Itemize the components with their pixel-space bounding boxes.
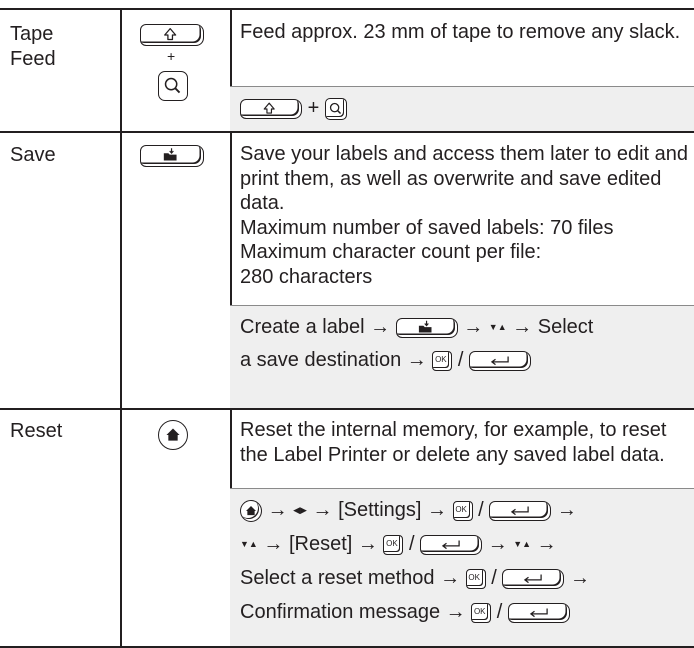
save-icon xyxy=(140,145,204,167)
enter-icon xyxy=(469,350,532,371)
arrow-icon: → xyxy=(556,499,577,521)
ok-label: OK xyxy=(468,572,480,582)
ok-label: OK xyxy=(455,504,467,514)
arrow-icon: → xyxy=(263,533,284,555)
table-bottom-border xyxy=(0,646,694,648)
description-reset: Reset the internal memory, for example, … xyxy=(240,419,667,466)
sequence-text: Create a label xyxy=(240,316,365,338)
plus-sign: + xyxy=(167,48,176,64)
arrow-icon: → xyxy=(536,533,557,555)
enter-icon xyxy=(489,500,552,521)
sequence-text: [Settings] xyxy=(338,499,422,521)
sequence-text: a save destination xyxy=(240,349,402,371)
home-icon xyxy=(240,499,262,522)
sequence-text: Select xyxy=(537,316,594,338)
sequence-text: Select a reset method xyxy=(240,567,435,589)
left-right-icon: ◀▶ xyxy=(293,505,307,516)
arrow-icon: → xyxy=(370,316,391,338)
ok-label: OK xyxy=(386,538,398,548)
ok-icon: OK xyxy=(471,602,492,623)
sequence-text: Confirmation message xyxy=(240,601,441,623)
enter-icon xyxy=(507,602,570,623)
row-divider-reset xyxy=(0,408,694,410)
enter-icon xyxy=(502,568,565,589)
ok-icon: OK xyxy=(452,500,473,521)
arrow-icon: → xyxy=(445,601,466,623)
sequence-reset-line-2: ▼▲ → [Reset] → OK / → ▼▲ → xyxy=(240,528,690,561)
search-icon xyxy=(324,97,347,120)
sequence-divider xyxy=(230,488,694,489)
arrow-icon: → xyxy=(406,349,427,371)
arrow-icon: → xyxy=(357,533,378,555)
description-tape-feed: Feed approx. 23 mm of tape to remove any… xyxy=(240,21,681,43)
down-up-icon: ▼▲ xyxy=(488,322,507,333)
sequence-save-line-2: a save destination → OK / xyxy=(240,344,690,377)
row-name-reset: Reset xyxy=(10,420,63,442)
down-up-icon: ▼▲ xyxy=(513,539,532,550)
arrow-icon: → xyxy=(267,499,288,521)
enter-icon xyxy=(420,534,483,555)
ok-label: OK xyxy=(435,354,447,364)
slash: / xyxy=(478,499,484,521)
down-up-icon: ▼▲ xyxy=(240,539,258,550)
column-divider-1 xyxy=(120,8,122,648)
shift-icon xyxy=(140,24,204,46)
home-icon xyxy=(158,420,188,450)
table-top-border xyxy=(0,8,694,10)
ok-label: OK xyxy=(473,606,486,616)
slash: / xyxy=(496,601,503,623)
plus-sign: + xyxy=(307,97,320,119)
arrow-icon: → xyxy=(463,316,484,338)
slash: / xyxy=(409,533,415,555)
sequence-divider xyxy=(230,86,694,87)
row-name-save: Save xyxy=(10,144,56,166)
sequence-text: [Reset] xyxy=(288,533,353,555)
sequence-tape-feed: + xyxy=(240,92,690,125)
ok-icon: OK xyxy=(432,350,453,371)
arrow-icon: → xyxy=(487,533,508,555)
arrow-icon: → xyxy=(427,499,448,521)
search-icon xyxy=(158,71,188,101)
slash: / xyxy=(491,567,497,589)
arrow-icon: → xyxy=(512,316,533,338)
slash: / xyxy=(457,349,464,371)
arrow-icon: → xyxy=(440,567,461,589)
shift-icon xyxy=(240,98,302,119)
row-divider-save xyxy=(0,131,694,133)
ok-icon: OK xyxy=(383,534,404,555)
description-save: Save your labels and access them later t… xyxy=(240,143,689,288)
sequence-reset-line-3: Select a reset method → OK / → xyxy=(240,562,690,595)
arrow-icon: → xyxy=(569,567,590,589)
save-icon xyxy=(395,317,458,338)
row-name-tape-feed: Tape Feed xyxy=(10,23,56,70)
arrow-icon: → xyxy=(312,499,333,521)
sequence-save-line-1: Create a label → → ▼▲ → Select xyxy=(240,311,690,344)
sequence-divider xyxy=(230,305,694,306)
sequence-reset-line-4: Confirmation message → OK / xyxy=(240,596,690,629)
sequence-reset-line-1: → ◀▶ → [Settings] → OK / → xyxy=(240,494,690,527)
ok-icon: OK xyxy=(465,568,486,589)
